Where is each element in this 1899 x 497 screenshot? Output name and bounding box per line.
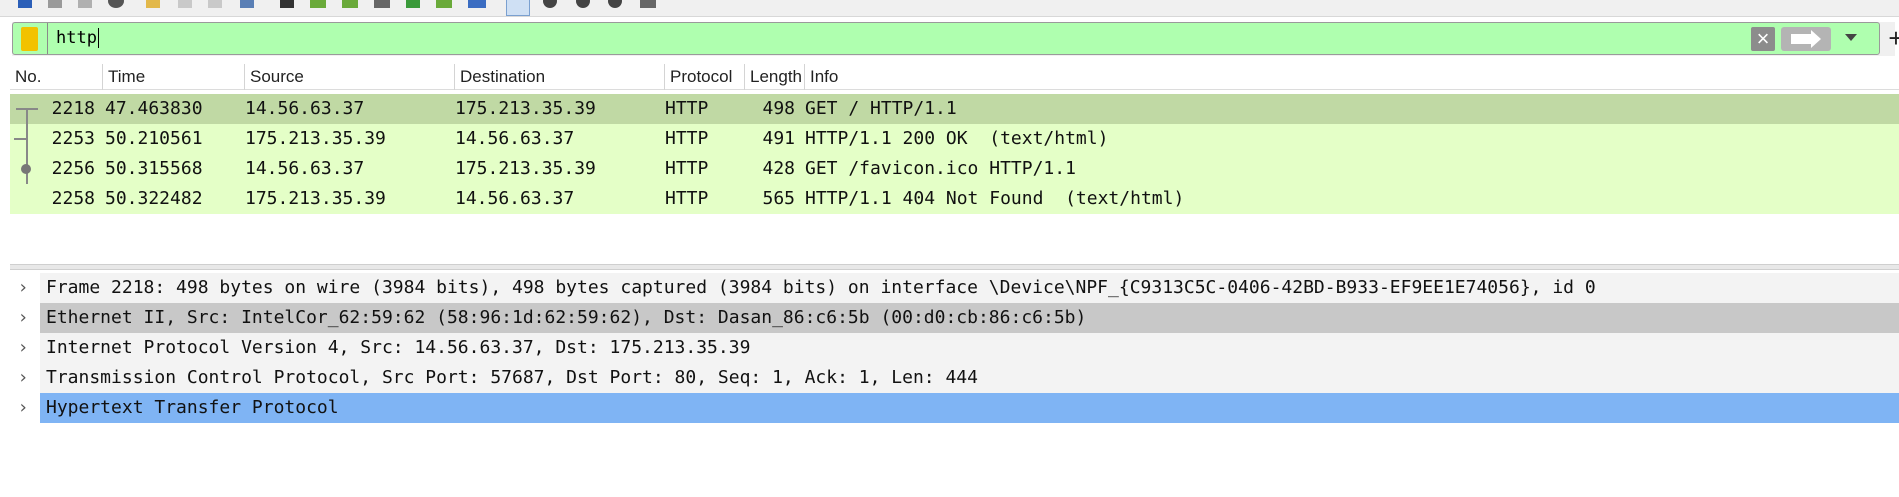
related-packet-line — [26, 109, 28, 124]
detail-row-ip[interactable]: › Internet Protocol Version 4, Src: 14.5… — [10, 333, 1899, 363]
cell-destination: 14.56.63.37 — [455, 128, 575, 149]
related-packet-arrow — [16, 108, 38, 110]
detail-text: Transmission Control Protocol, Src Port:… — [40, 363, 1899, 393]
detail-row-tcp[interactable]: › Transmission Control Protocol, Src Por… — [10, 363, 1899, 393]
find-icon[interactable] — [280, 0, 294, 8]
detail-text: Internet Protocol Version 4, Src: 14.56.… — [40, 333, 1899, 363]
cell-destination: 175.213.35.39 — [455, 98, 596, 119]
cell-no: 2253 — [51, 128, 95, 149]
column-header-destination[interactable]: Destination — [455, 64, 665, 90]
zoom-out-icon[interactable] — [576, 0, 590, 8]
detail-text: Ethernet II, Src: IntelCor_62:59:62 (58:… — [40, 303, 1899, 333]
related-packet-arrow — [14, 138, 28, 140]
save-icon[interactable] — [178, 0, 192, 8]
detail-text: Hypertext Transfer Protocol — [40, 393, 1899, 423]
cell-destination: 175.213.35.39 — [455, 158, 596, 179]
column-header-info[interactable]: Info — [805, 64, 1899, 90]
packet-row[interactable]: 2258 50.322482 175.213.35.39 14.56.63.37… — [10, 184, 1899, 214]
column-header-time[interactable]: Time — [103, 64, 245, 90]
apply-arrow-shaft — [1791, 34, 1813, 44]
clear-x-icon[interactable]: × — [1751, 27, 1775, 51]
cell-time: 50.210561 — [105, 128, 203, 149]
cell-source: 175.213.35.39 — [245, 128, 386, 149]
resize-columns-icon[interactable] — [640, 0, 656, 8]
cell-source: 175.213.35.39 — [245, 188, 386, 209]
cell-destination: 14.56.63.37 — [455, 188, 575, 209]
cell-info: GET /favicon.ico HTTP/1.1 — [805, 158, 1076, 179]
display-filter-bar: http × + — [12, 22, 1899, 56]
related-packet-dot — [21, 164, 31, 174]
display-filter-input[interactable]: http × — [12, 22, 1880, 55]
cell-time: 50.315568 — [105, 158, 203, 179]
detail-row-http[interactable]: › Hypertext Transfer Protocol — [10, 393, 1899, 423]
apply-arrow-head — [1811, 30, 1821, 48]
detail-text: Frame 2218: 498 bytes on wire (3984 bits… — [40, 273, 1899, 303]
first-packet-icon[interactable] — [406, 0, 420, 8]
expand-chevron-icon[interactable]: › — [14, 273, 32, 303]
plus-icon[interactable]: + — [1886, 22, 1899, 54]
cell-length: 565 — [762, 188, 795, 209]
restart-icon[interactable] — [78, 0, 92, 8]
cell-protocol: HTTP — [665, 158, 709, 179]
chevron-down-icon[interactable] — [1845, 34, 1857, 41]
cell-length: 428 — [762, 158, 795, 179]
cell-protocol: HTTP — [665, 188, 709, 209]
expand-chevron-icon[interactable]: › — [14, 333, 32, 363]
cell-info: HTTP/1.1 200 OK (text/html) — [805, 128, 1109, 149]
cell-protocol: HTTP — [665, 98, 709, 119]
column-header-protocol[interactable]: Protocol — [665, 64, 745, 90]
colorize-icon[interactable] — [506, 0, 530, 16]
packet-list: 2218 47.463830 14.56.63.37 175.213.35.39… — [10, 94, 1899, 214]
cell-no: 2258 — [51, 188, 95, 209]
last-packet-icon[interactable] — [436, 0, 452, 8]
packet-row[interactable]: 2256 50.315568 14.56.63.37 175.213.35.39… — [10, 154, 1899, 184]
close-file-icon[interactable] — [208, 0, 222, 8]
text-caret — [97, 28, 99, 48]
cell-time: 47.463830 — [105, 98, 203, 119]
filter-text[interactable]: http — [47, 23, 99, 54]
column-header-length[interactable]: Length — [745, 64, 805, 90]
main-toolbar — [0, 0, 1899, 17]
bookmark-icon[interactable] — [21, 27, 38, 51]
cell-source: 14.56.63.37 — [245, 98, 365, 119]
cell-no: 2218 — [51, 98, 95, 119]
apply-arrow-icon[interactable] — [1781, 27, 1831, 51]
expand-chevron-icon[interactable]: › — [14, 303, 32, 333]
detail-row-ethernet[interactable]: › Ethernet II, Src: IntelCor_62:59:62 (5… — [10, 303, 1899, 333]
column-header-no[interactable]: No. — [10, 64, 103, 90]
cell-length: 491 — [762, 128, 795, 149]
expand-chevron-icon[interactable]: › — [14, 363, 32, 393]
cell-no: 2256 — [51, 158, 95, 179]
go-to-icon[interactable] — [374, 0, 390, 8]
detail-row-frame[interactable]: › Frame 2218: 498 bytes on wire (3984 bi… — [10, 273, 1899, 303]
reload-icon[interactable] — [240, 0, 254, 8]
pane-splitter[interactable] — [10, 264, 1899, 270]
cell-info: HTTP/1.1 404 Not Found (text/html) — [805, 188, 1185, 209]
packet-row[interactable]: 2253 50.210561 175.213.35.39 14.56.63.37… — [10, 124, 1899, 154]
zoom-reset-icon[interactable] — [608, 0, 622, 8]
cell-info: GET / HTTP/1.1 — [805, 98, 957, 119]
cell-time: 50.322482 — [105, 188, 203, 209]
packet-list-header: No. Time Source Destination Protocol Len… — [10, 64, 1899, 90]
options-icon[interactable] — [108, 0, 124, 8]
cell-length: 498 — [762, 98, 795, 119]
go-forward-icon[interactable] — [342, 0, 358, 8]
filter-value: http — [56, 28, 97, 48]
autoscroll-icon[interactable] — [468, 0, 486, 8]
packet-details-pane: › Frame 2218: 498 bytes on wire (3984 bi… — [10, 273, 1899, 423]
go-back-icon[interactable] — [310, 0, 326, 8]
open-icon[interactable] — [146, 0, 160, 8]
packet-row[interactable]: 2218 47.463830 14.56.63.37 175.213.35.39… — [10, 94, 1899, 124]
shark-fin-icon[interactable] — [18, 0, 32, 8]
cell-protocol: HTTP — [665, 128, 709, 149]
stop-icon[interactable] — [48, 0, 62, 8]
column-header-source[interactable]: Source — [245, 64, 455, 90]
zoom-in-icon[interactable] — [543, 0, 557, 8]
expand-chevron-icon[interactable]: › — [14, 393, 32, 423]
cell-source: 14.56.63.37 — [245, 158, 365, 179]
